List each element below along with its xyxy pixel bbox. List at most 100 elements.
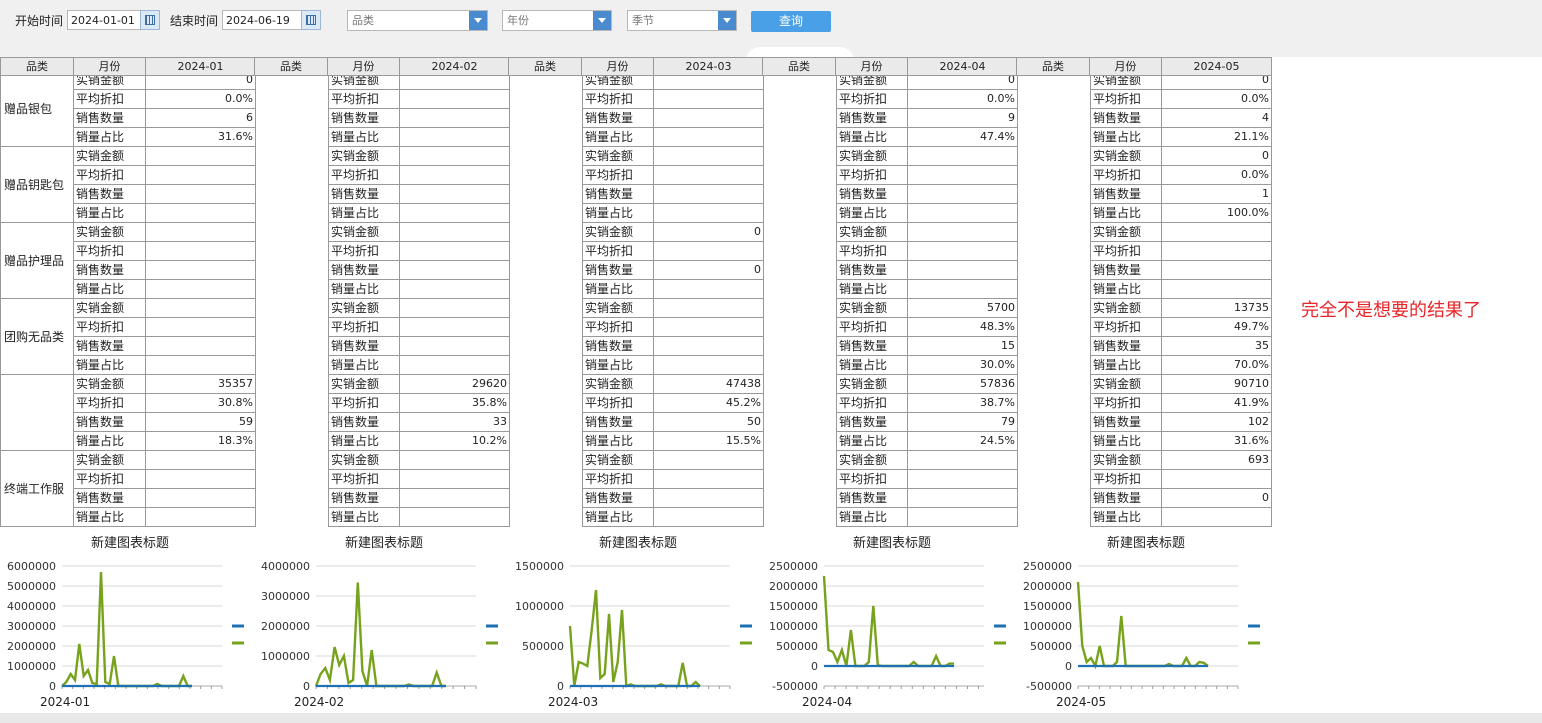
table-row: 平均折扣 [328, 166, 510, 185]
chevron-down-icon[interactable] [469, 11, 487, 30]
header-month: 月份 [328, 58, 400, 76]
metric-label: 销量占比 [836, 432, 908, 451]
table-row: 平均折扣 [582, 90, 764, 109]
table-row: 平均折扣 30.8% [74, 394, 256, 413]
season-select[interactable]: 季节 [627, 10, 737, 31]
metric-value: 24.5% [908, 432, 1018, 451]
metric-value: 102 [1162, 413, 1272, 432]
metric-label: 实销金额 [582, 223, 654, 242]
table-row: 销量占比 [74, 204, 256, 223]
metric-value: 0.0% [1162, 90, 1272, 109]
metric-value: 15 [908, 337, 1018, 356]
table-row: 销售数量 0 [582, 261, 764, 280]
metric-label: 销量占比 [582, 204, 654, 223]
header-month-value: 2024-03 [654, 58, 764, 76]
metric-label: 平均折扣 [328, 166, 400, 185]
chevron-down-icon[interactable] [593, 11, 611, 30]
metric-value [654, 356, 764, 375]
table-row: 销售数量 [74, 337, 256, 356]
metric-value: 38.7% [908, 394, 1018, 413]
table-row: 实销金额 [328, 451, 510, 470]
annotation-text: 完全不是想要的结果了 [1301, 300, 1481, 321]
table-row: 销售数量 [328, 337, 510, 356]
metric-value: 35.8% [400, 394, 510, 413]
metric-value [400, 204, 510, 223]
metric-value: 59 [146, 413, 256, 432]
metric-label: 平均折扣 [74, 394, 146, 413]
metric-label: 实销金额 [836, 451, 908, 470]
metric-label: 平均折扣 [582, 318, 654, 337]
metric-label: 销售数量 [328, 261, 400, 280]
metric-value: 45.2% [654, 394, 764, 413]
metric-label: 平均折扣 [1090, 90, 1162, 109]
metric-label: 实销金额 [74, 375, 146, 394]
x-axis-label: 2024-05 [1056, 695, 1106, 709]
header-month: 月份 [74, 58, 146, 76]
table-row: 销售数量 [582, 109, 764, 128]
table-row: 平均折扣 [582, 470, 764, 489]
table-row: 销售数量 9 [836, 109, 1018, 128]
table-row: 销售数量 [1090, 261, 1272, 280]
metric-value: 1 [1162, 185, 1272, 204]
horizontal-scrollbar[interactable] [0, 713, 1542, 723]
table-row: 销量占比 18.3% [74, 432, 256, 451]
table-header: 品类 月份 2024-03 [508, 57, 764, 76]
table-row: 平均折扣 [836, 242, 1018, 261]
metric-label: 实销金额 [836, 375, 908, 394]
y-tick-label: 2000000 [261, 620, 310, 633]
line-chart: 新建图表标题 0 500000 1000000 1500000 2024-03 [508, 532, 758, 712]
table-row: 实销金额 693 [1090, 451, 1272, 470]
y-tick-label: -500000 [1026, 680, 1072, 693]
start-date-label: 开始时间 [15, 14, 64, 28]
metric-value [146, 223, 256, 242]
table-row: 销售数量 6 [74, 109, 256, 128]
metric-value [1162, 242, 1272, 261]
y-tick-label: 1000000 [769, 620, 818, 633]
metric-label: 实销金额 [836, 299, 908, 318]
metric-label: 实销金额 [1090, 375, 1162, 394]
metric-value [654, 204, 764, 223]
metric-value: 5700 [908, 299, 1018, 318]
metric-label: 平均折扣 [74, 318, 146, 337]
chevron-down-icon[interactable] [718, 11, 736, 30]
chart-title: 新建图表标题 [90, 536, 169, 551]
metric-value [1162, 223, 1272, 242]
table-row: 销量占比 [582, 204, 764, 223]
y-tick-label: 1000000 [7, 660, 56, 673]
metric-label: 销量占比 [74, 432, 146, 451]
y-tick-label: 0 [1065, 660, 1072, 673]
table-row: 销售数量 0 [1090, 489, 1272, 508]
query-button[interactable]: 查询 [751, 11, 831, 32]
metric-value [400, 280, 510, 299]
metric-label: 实销金额 [328, 147, 400, 166]
metric-label: 销量占比 [582, 128, 654, 147]
start-date-input[interactable]: 2024-01-01 [67, 10, 141, 30]
metric-label: 销售数量 [1090, 261, 1162, 280]
table-row: 销量占比 31.6% [1090, 432, 1272, 451]
category-select[interactable]: 品类 [347, 10, 488, 31]
table-row: 实销金额 [74, 451, 256, 470]
metric-value [654, 337, 764, 356]
metric-label: 销量占比 [328, 128, 400, 147]
metric-value [146, 337, 256, 356]
metric-value: 70.0% [1162, 356, 1272, 375]
calendar-icon[interactable] [140, 10, 160, 30]
end-date-label: 结束时间 [170, 14, 219, 28]
metric-label: 实销金额 [1090, 76, 1162, 90]
table-row: 销售数量 15 [836, 337, 1018, 356]
year-select[interactable]: 年份 [502, 10, 612, 31]
table-row: 平均折扣 [74, 242, 256, 261]
table-row: 实销金额 [582, 147, 764, 166]
chart-title: 新建图表标题 [344, 536, 423, 551]
header-month-value: 2024-04 [908, 58, 1018, 76]
y-tick-label: -500000 [772, 680, 818, 693]
end-date-input[interactable]: 2024-06-19 [222, 10, 302, 30]
metric-value [654, 299, 764, 318]
metric-value: 48.3% [908, 318, 1018, 337]
calendar-icon[interactable] [301, 10, 321, 30]
metric-label: 平均折扣 [836, 318, 908, 337]
table-row: 平均折扣 [582, 166, 764, 185]
table-row: 销售数量 [328, 489, 510, 508]
line-chart: 新建图表标题 -500000 0 500000 1000000 1500000 200000… [762, 532, 1012, 712]
metric-value [146, 451, 256, 470]
